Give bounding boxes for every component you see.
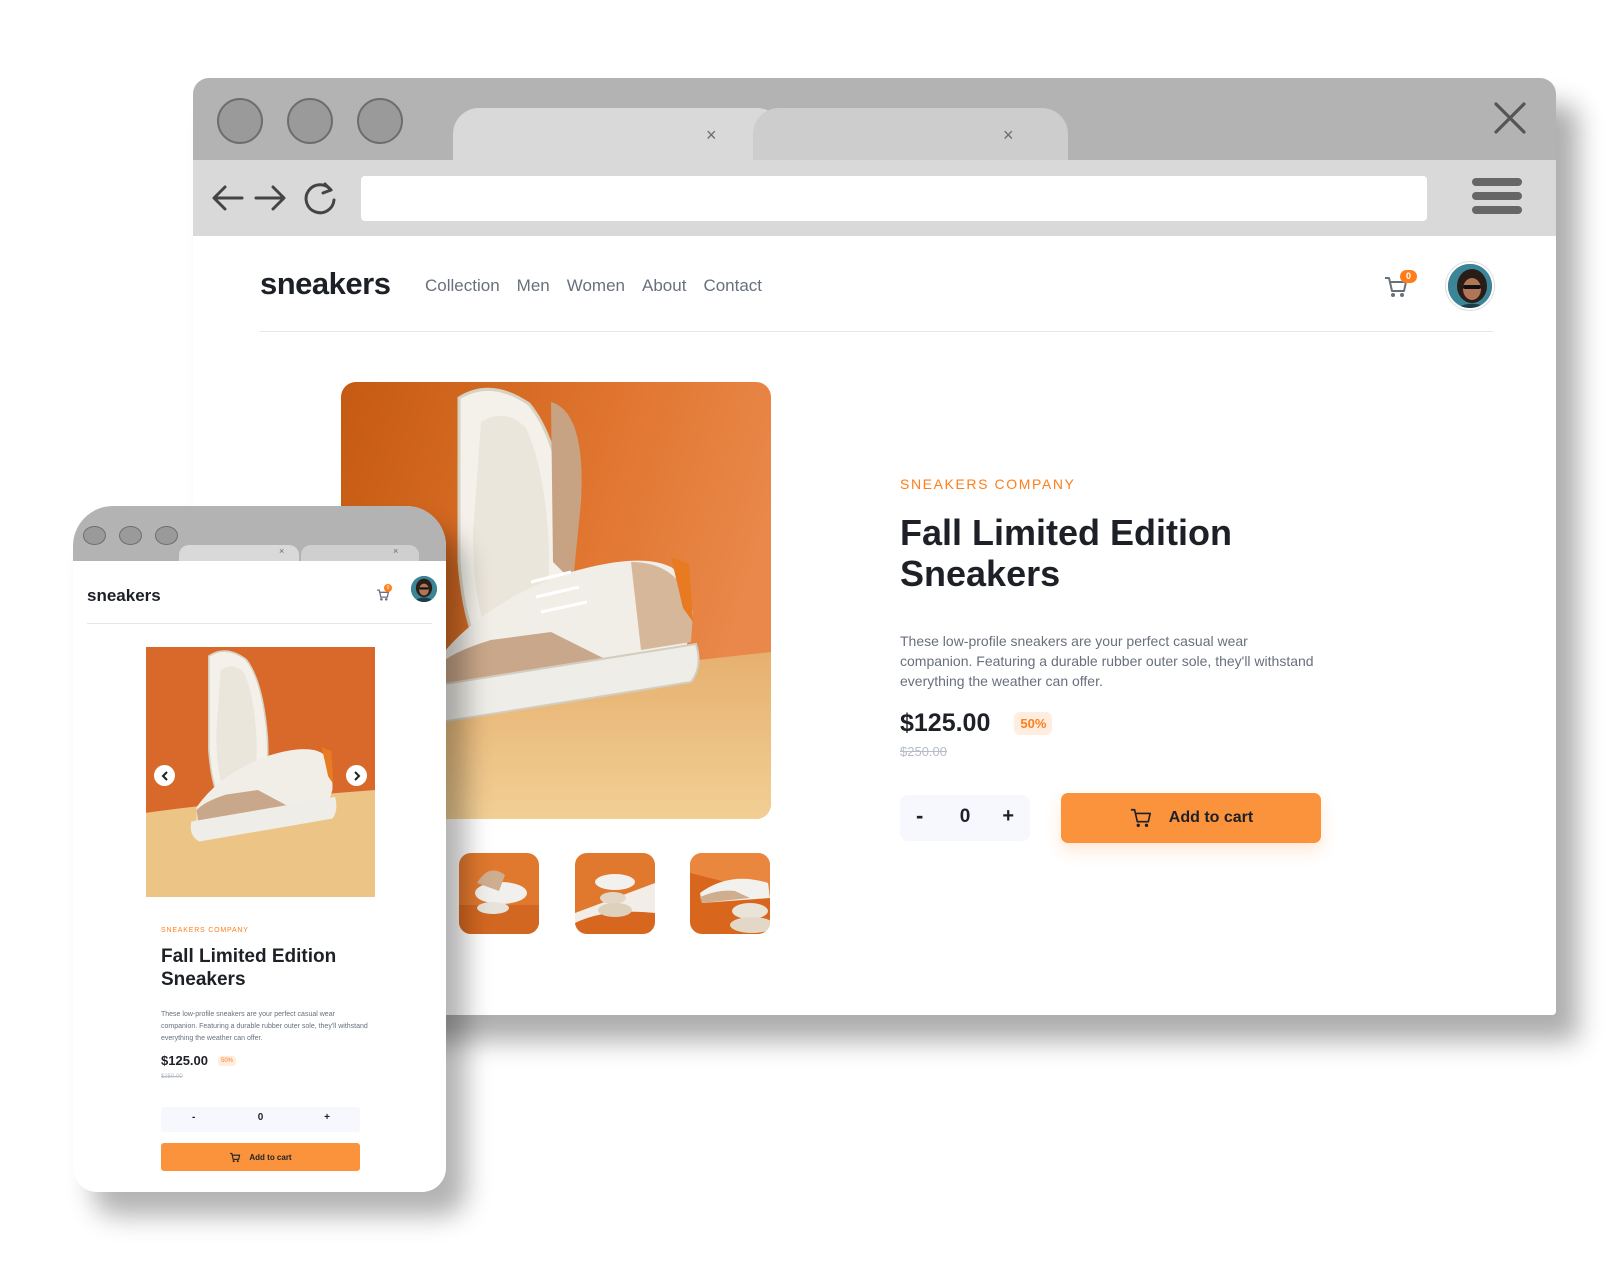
cart-icon — [1130, 808, 1151, 827]
discount-badge: 50% — [218, 1055, 237, 1066]
window-control-dot[interactable] — [357, 98, 403, 144]
window-control-dot[interactable] — [217, 98, 263, 144]
product-details: SNEAKERS COMPANY Fall Limited Edition Sn… — [900, 476, 1320, 759]
mobile-browser-bar: × × — [73, 506, 446, 561]
address-bar[interactable] — [361, 176, 1427, 221]
main-nav: Collection Men Women About Contact — [425, 276, 762, 296]
window-control-dot[interactable] — [287, 98, 333, 144]
avatar-image — [1448, 264, 1492, 308]
tab-close-icon[interactable]: × — [279, 547, 284, 556]
user-avatar[interactable] — [1446, 262, 1494, 310]
browser-toolbar — [193, 160, 1556, 236]
product-thumbnail[interactable] — [459, 853, 539, 934]
quantity-stepper: - 0 + — [900, 795, 1030, 841]
add-to-cart-label: Add to cart — [1168, 809, 1254, 826]
browser-tab-bar: × × — [193, 78, 1556, 160]
original-price: $250.00 — [161, 1074, 183, 1080]
increase-quantity-button[interactable]: + — [1002, 805, 1014, 828]
tab-close-icon[interactable]: × — [393, 547, 398, 556]
tab-close-icon[interactable]: × — [1003, 126, 1014, 144]
mobile-site-header: sneakers 0 — [87, 561, 432, 624]
nav-link-collection[interactable]: Collection — [425, 276, 500, 296]
product-main-image[interactable] — [146, 647, 375, 897]
back-arrow-icon[interactable] — [208, 178, 248, 218]
cart-button[interactable]: 0 — [1383, 270, 1417, 300]
forward-arrow-icon[interactable] — [250, 178, 290, 218]
window-control-dot[interactable] — [119, 526, 142, 545]
add-to-cart-label: Add to cart — [249, 1152, 292, 1162]
product-title: Fall Limited Edition Sneakers — [161, 946, 337, 990]
next-image-button[interactable] — [346, 765, 367, 786]
price-row: $125.00 50% — [161, 1053, 371, 1068]
price-row: $125.00 50% — [900, 709, 1320, 738]
browser-tab[interactable]: × — [453, 108, 783, 160]
product-thumbnail[interactable] — [575, 853, 655, 934]
product-description: These low-profile sneakers are your perf… — [900, 633, 1314, 689]
site-header: sneakers Collection Men Women About Cont… — [260, 236, 1494, 332]
mockup-stage: × × sneakers Collection Men Women About … — [0, 0, 1620, 1270]
nav-link-about[interactable]: About — [642, 276, 686, 296]
company-label: SNEAKERS COMPANY — [161, 927, 249, 934]
thumbnail-image — [575, 853, 655, 934]
thumbnail-image — [690, 853, 770, 934]
sneaker-photo — [146, 647, 375, 897]
product-description: These low-profile sneakers are your perf… — [161, 1011, 368, 1042]
window-control-dot[interactable] — [83, 526, 106, 545]
nav-link-men[interactable]: Men — [517, 276, 550, 296]
browser-tab[interactable]: × — [753, 108, 1068, 160]
browser-tab[interactable]: × — [301, 545, 419, 561]
reload-icon[interactable] — [300, 178, 340, 218]
current-price: $125.00 — [161, 1053, 208, 1068]
nav-link-women[interactable]: Women — [567, 276, 625, 296]
product-thumbnail[interactable] — [690, 853, 770, 934]
close-icon[interactable] — [1492, 100, 1528, 136]
user-avatar[interactable] — [411, 576, 437, 602]
product-details: SNEAKERS COMPANY Fall Limited Edition Sn… — [161, 927, 371, 1080]
avatar-image — [411, 576, 437, 602]
quantity-value: 0 — [257, 1112, 264, 1123]
company-label: SNEAKERS COMPANY — [900, 476, 1076, 492]
previous-image-button[interactable] — [154, 765, 175, 786]
add-to-cart-button[interactable]: Add to cart — [161, 1143, 360, 1171]
window-control-dot[interactable] — [155, 526, 178, 545]
quantity-stepper: - 0 + — [161, 1107, 360, 1132]
site-logo[interactable]: sneakers — [260, 266, 391, 302]
tab-close-icon[interactable]: × — [706, 126, 717, 144]
cart-count-badge: 0 — [384, 584, 392, 592]
product-title: Fall Limited Edition Sneakers — [900, 512, 1232, 594]
add-to-cart-button[interactable]: Add to cart — [1061, 793, 1321, 843]
browser-tab[interactable]: × — [179, 545, 299, 561]
current-price: $125.00 — [900, 709, 991, 737]
cart-icon — [230, 1152, 241, 1162]
cart-count-badge: 0 — [1400, 270, 1417, 283]
cart-button[interactable]: 0 — [376, 584, 392, 604]
chevron-right-icon — [353, 770, 360, 781]
discount-badge: 50% — [1014, 712, 1053, 735]
site-logo[interactable]: sneakers — [87, 586, 161, 606]
increase-quantity-button[interactable]: + — [324, 1112, 330, 1123]
thumbnail-image — [459, 853, 539, 934]
original-price: $250.00 — [900, 744, 947, 759]
menu-icon[interactable] — [1472, 178, 1522, 216]
chevron-left-icon — [161, 770, 168, 781]
mobile-device-frame: × × sneakers 0 SNEAKERS COMPANY Fall Lim… — [73, 506, 446, 1192]
nav-link-contact[interactable]: Contact — [703, 276, 762, 296]
